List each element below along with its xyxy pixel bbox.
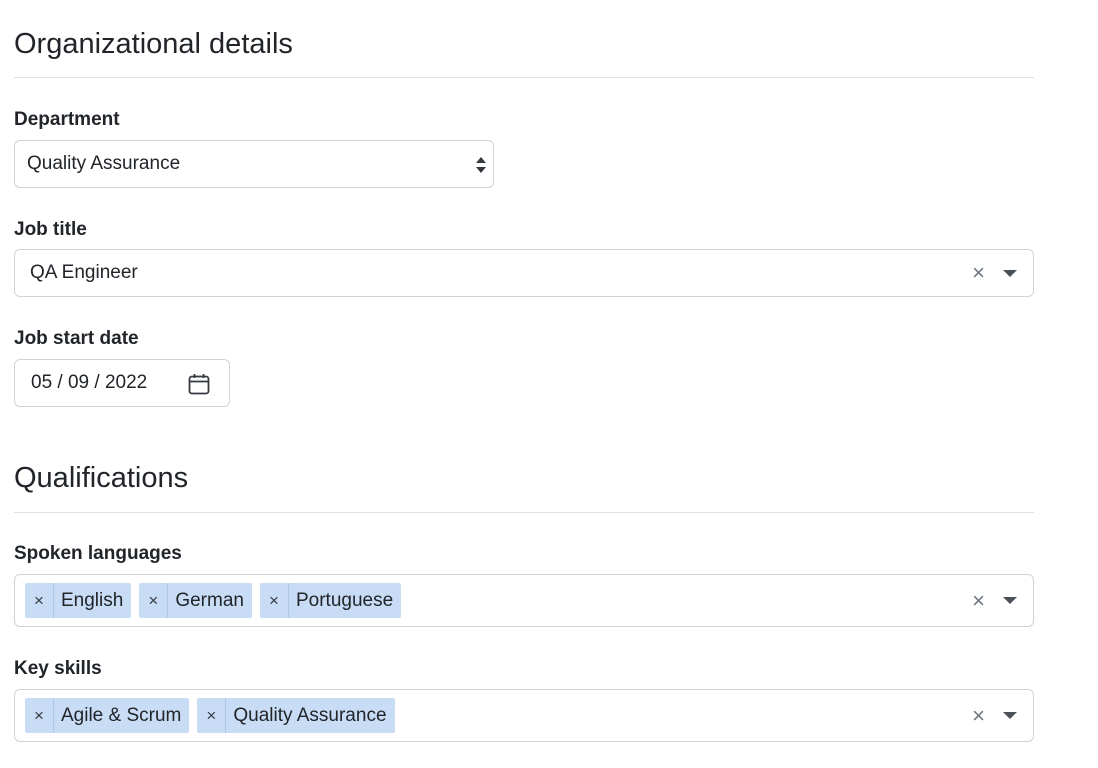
caret-down-icon[interactable] <box>1003 597 1017 604</box>
job-title-label: Job title <box>14 219 87 240</box>
chip-remove-icon[interactable]: × <box>25 698 54 733</box>
chip-label: Quality Assurance <box>233 704 387 726</box>
chip-label: German <box>175 589 244 611</box>
chip-remove-icon[interactable]: × <box>25 583 54 618</box>
job-start-date-input[interactable]: 05 / 09 / 2022 <box>14 359 230 407</box>
chip-label: Agile & Scrum <box>61 704 182 726</box>
job-title-combobox[interactable]: QA Engineer × <box>14 249 1034 297</box>
key-skills-multiselect[interactable]: × Agile & Scrum × Quality Assurance × <box>14 689 1034 742</box>
job-start-date-label: Job start date <box>14 328 139 349</box>
spoken-languages-multiselect[interactable]: × English × German × Portuguese × <box>14 574 1034 627</box>
language-chip: × German <box>139 583 252 618</box>
section-divider <box>14 77 1034 78</box>
key-skills-label: Key skills <box>14 658 102 679</box>
calendar-icon[interactable] <box>188 373 210 395</box>
job-title-value: QA Engineer <box>30 262 138 283</box>
language-chip: × English <box>25 583 132 618</box>
caret-down-icon[interactable] <box>1003 712 1017 719</box>
close-icon[interactable]: × <box>972 704 985 727</box>
spoken-languages-label: Spoken languages <box>14 543 182 564</box>
skill-chip: × Quality Assurance <box>197 698 395 733</box>
close-icon[interactable]: × <box>972 262 985 284</box>
close-icon[interactable]: × <box>972 589 985 612</box>
skill-chip: × Agile & Scrum <box>25 698 190 733</box>
updown-arrows-icon <box>476 157 486 173</box>
section-title-organizational: Organizational details <box>14 28 293 60</box>
section-divider <box>14 512 1034 513</box>
department-selected-value: Quality Assurance <box>27 153 181 174</box>
job-start-date-value: 05 / 09 / 2022 <box>31 372 148 393</box>
department-label: Department <box>14 109 120 130</box>
chip-remove-icon[interactable]: × <box>197 698 227 733</box>
caret-down-icon[interactable] <box>1003 269 1017 277</box>
chip-label: Portuguese <box>295 589 394 611</box>
language-chip: × Portuguese <box>259 583 402 618</box>
chip-label: English <box>61 589 124 611</box>
chip-remove-icon[interactable]: × <box>139 583 169 618</box>
department-select[interactable]: Quality Assurance <box>14 140 494 188</box>
section-title-qualifications: Qualifications <box>14 462 189 494</box>
chip-remove-icon[interactable]: × <box>260 583 289 618</box>
